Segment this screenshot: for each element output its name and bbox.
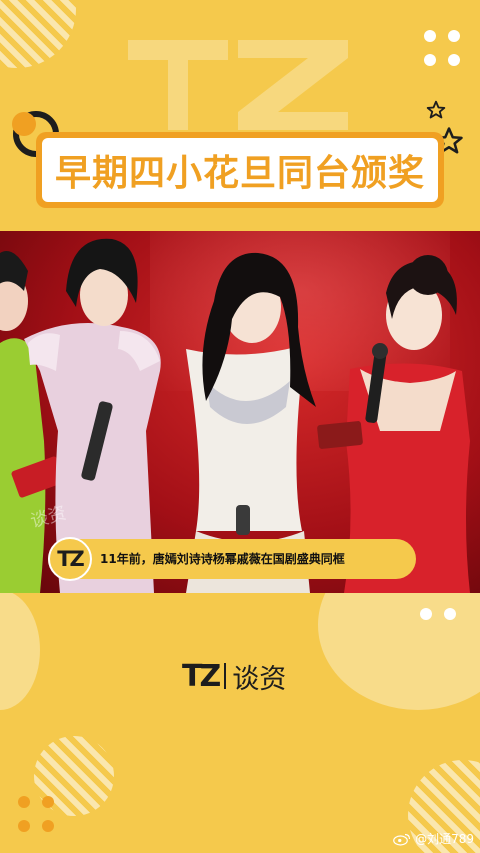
subtitle-bar: TZ 11年前，唐嫣刘诗诗杨幂戚薇在国剧盛典同框 <box>48 537 416 581</box>
brand-divider <box>224 663 227 689</box>
subtitle-text: 11年前，唐嫣刘诗诗杨幂戚薇在国剧盛典同框 <box>100 552 345 566</box>
tz-watermark-icon <box>128 40 348 130</box>
white-dot <box>444 608 456 620</box>
white-dot <box>424 30 436 42</box>
orange-dot <box>18 820 30 832</box>
brand-tz-mark: TZ <box>182 658 221 694</box>
tz-logo-icon: TZ <box>48 537 92 581</box>
orange-dot <box>18 796 30 808</box>
striped-circle-decoration <box>0 0 76 68</box>
poster: 早期四小花旦同台颁奖 谈资 TZ 11年前，唐嫣刘诗诗杨幂戚薇在国剧盛典同框 T… <box>0 0 480 853</box>
brand-name: 谈资 <box>232 663 287 695</box>
page-title: 早期四小花旦同台颁奖 <box>54 153 425 194</box>
star-icon <box>426 100 446 119</box>
weibo-icon <box>393 833 411 846</box>
weibo-handle: @刘通789 <box>415 832 474 846</box>
title-panel: 早期四小花旦同台颁奖 <box>42 138 438 202</box>
title-banner: 早期四小花旦同台颁奖 <box>36 132 444 208</box>
white-dot <box>420 608 432 620</box>
white-dot <box>448 30 460 42</box>
subtitle-logo-text: TZ <box>57 547 85 571</box>
white-dot <box>424 54 436 66</box>
weibo-attribution[interactable]: @刘通789 <box>393 830 474 847</box>
orange-dot <box>42 796 54 808</box>
soft-circle-decoration <box>0 590 40 710</box>
white-dot <box>448 54 460 66</box>
orange-dot <box>42 820 54 832</box>
brand-logo: TZ 谈资 <box>182 656 286 696</box>
event-photo[interactable]: 谈资 TZ 11年前，唐嫣刘诗诗杨幂戚薇在国剧盛典同框 <box>0 231 480 593</box>
